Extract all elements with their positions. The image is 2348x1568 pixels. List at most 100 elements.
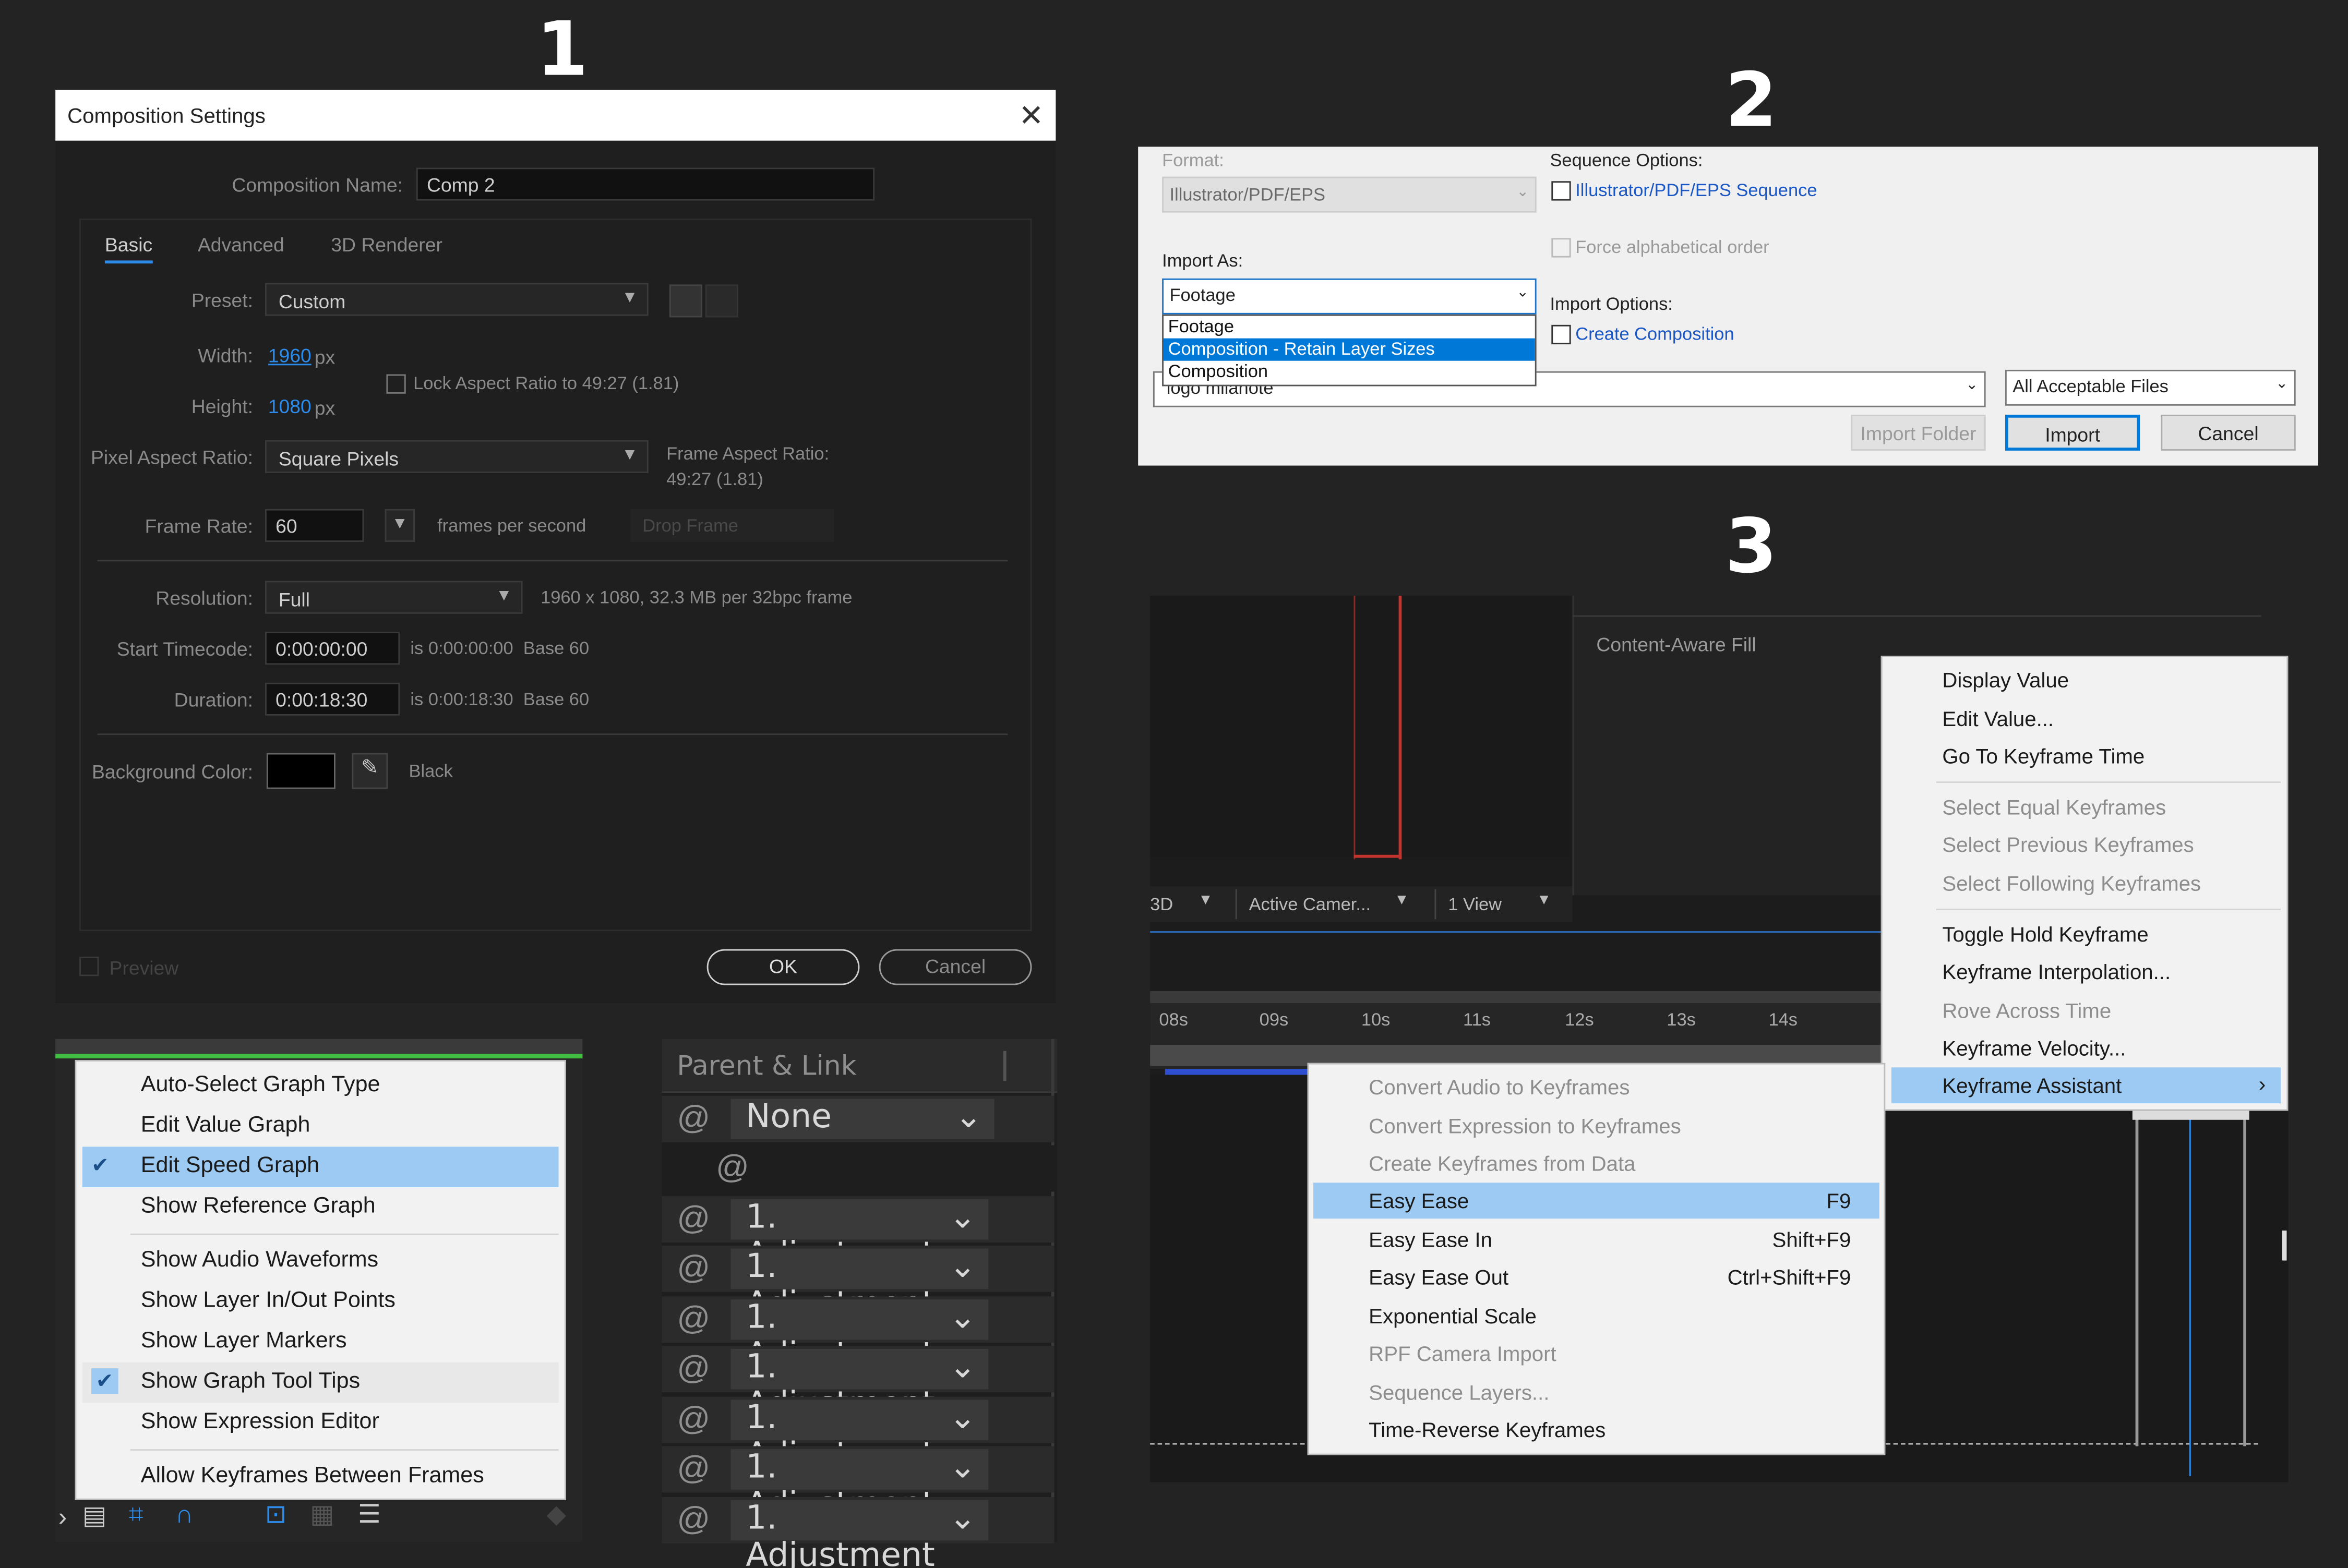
file-type-select[interactable]: All Acceptable Files ⌄: [2005, 369, 2296, 406]
menu-item-show-audio-waveforms[interactable]: Show Audio Waveforms: [76, 1241, 565, 1281]
pick-whip-icon[interactable]: @: [677, 1400, 710, 1439]
parent-select[interactable]: 1. Adjustment⌄: [730, 1248, 989, 1323]
bg-color-swatch[interactable]: [266, 753, 336, 789]
composition-settings-body: Composition Name: Comp 2 Basic Advanced …: [55, 140, 1056, 1003]
pick-whip-icon[interactable]: @: [677, 1299, 710, 1338]
submenu-item-easy-ease[interactable]: Easy Ease F9: [1313, 1183, 1879, 1219]
graph-options-icon[interactable]: ▤: [82, 1502, 106, 1531]
menu-item-show-expression-editor[interactable]: Show Expression Editor: [76, 1403, 565, 1443]
renderer-select[interactable]: 3D ▼: [1150, 889, 1219, 919]
far-label: Frame Aspect Ratio:: [666, 443, 830, 464]
height-value[interactable]: 1080: [268, 395, 312, 418]
menu-item-select-previous-keyframes: Select Previous Keyframes: [1942, 832, 2194, 857]
menu-item-keyframe-interpolation[interactable]: Keyframe Interpolation...: [1883, 954, 2287, 990]
keyframe-line: [2243, 1117, 2246, 1446]
parent-select[interactable]: 1. Adjustment⌄: [730, 1199, 989, 1274]
keyframe-icon[interactable]: ◆: [547, 1500, 567, 1530]
parent-select[interactable]: 1. Adjustment⌄: [730, 1400, 989, 1475]
format-label: Format:: [1162, 150, 1224, 171]
views-select[interactable]: 1 View ▼: [1434, 889, 1557, 920]
pick-whip-icon[interactable]: @: [677, 1500, 710, 1539]
comp-name-input[interactable]: Comp 2: [416, 167, 875, 201]
chevron-right-icon[interactable]: ›: [58, 1503, 67, 1533]
tab-3d-renderer[interactable]: 3D Renderer: [331, 234, 442, 256]
resolution-select[interactable]: Full ▼: [265, 581, 523, 614]
par-select[interactable]: Square Pixels ▼: [265, 440, 649, 473]
menu-item-allow-keyframes-between-frames[interactable]: Allow Keyframes Between Frames: [76, 1457, 565, 1497]
sequence-checkbox[interactable]: [1551, 181, 1571, 201]
timeline-panel: Content-Aware Fill 3D ▼ Active Camer... ▼ …: [1150, 596, 2289, 1482]
import-button[interactable]: Import: [2005, 414, 2140, 451]
menu-item-auto-select-graph-type[interactable]: Auto-Select Graph Type: [76, 1066, 565, 1106]
parent-select[interactable]: 1. Adjustment⌄: [730, 1500, 989, 1568]
pick-whip-icon[interactable]: @: [677, 1449, 710, 1488]
preview-checkbox[interactable]: [79, 956, 99, 976]
submenu-label: Time-Reverse Keyframes: [1369, 1417, 1606, 1442]
lock-aspect-label: Lock Aspect Ratio to 49:27 (1.81): [413, 372, 679, 394]
cancel-button[interactable]: Cancel: [2161, 414, 2296, 451]
menu-item-edit-value[interactable]: Edit Value...: [1883, 701, 2287, 737]
green-line: [55, 1054, 583, 1059]
parent-select[interactable]: 1. Adjustment⌄: [730, 1299, 989, 1374]
transform-box-icon[interactable]: ⌗: [129, 1500, 143, 1530]
create-comp-checkbox[interactable]: [1551, 324, 1571, 345]
ok-button[interactable]: OK: [706, 949, 860, 985]
menu-item-keyframe-velocity[interactable]: Keyframe Velocity...: [1883, 1030, 2287, 1066]
eyedropper-icon[interactable]: ✎: [352, 753, 388, 789]
fit-all-icon[interactable]: ▦: [310, 1500, 334, 1530]
import-folder-button[interactable]: Import Folder: [1851, 414, 1986, 451]
start-timecode-input[interactable]: 0:00:00:00: [265, 632, 400, 665]
menu-item-show-reference-graph[interactable]: Show Reference Graph: [76, 1187, 565, 1227]
menu-item-edit-value-graph[interactable]: Edit Value Graph: [76, 1106, 565, 1147]
frame-rate-input[interactable]: 60: [265, 509, 364, 542]
pick-whip-icon[interactable]: @: [677, 1099, 710, 1138]
menu-item-show-graph-tool-tips[interactable]: ✔ Show Graph Tool Tips: [82, 1362, 559, 1403]
menu-item-show-layer-in-out-points[interactable]: Show Layer In/Out Points: [76, 1282, 565, 1322]
menu-item-keyframe-assistant[interactable]: Keyframe Assistant ›: [1891, 1067, 2281, 1104]
submenu-item-easy-ease-in[interactable]: Easy Ease In Shift+F9: [1309, 1222, 1884, 1258]
import-options-label: Import Options:: [1550, 293, 1673, 315]
import-as-option[interactable]: Footage: [1164, 316, 1535, 339]
import-as-select[interactable]: Footage ⌄: [1162, 278, 1537, 315]
tab-basic[interactable]: Basic: [104, 234, 153, 264]
fit-selection-icon[interactable]: ⊡: [265, 1500, 286, 1530]
preset-select[interactable]: Custom ▼: [265, 283, 649, 316]
parent-select[interactable]: 1. Adjustment⌄: [730, 1348, 989, 1424]
lock-aspect-checkbox[interactable]: [386, 374, 406, 394]
pick-whip-icon[interactable]: @: [677, 1199, 710, 1238]
parent-select[interactable]: None ⌄: [730, 1099, 995, 1140]
snap-icon[interactable]: ∩: [175, 1500, 194, 1530]
parent-row: @: [662, 1145, 1055, 1192]
save-preset-icon[interactable]: [669, 284, 703, 318]
menu-item-go-to-keyframe-time[interactable]: Go To Keyframe Time: [1883, 738, 2287, 774]
import-as-option[interactable]: Composition: [1164, 361, 1535, 383]
panel-item-content-aware-fill[interactable]: Content-Aware Fill: [1596, 633, 1756, 656]
shortcut-label: Shift+F9: [1772, 1227, 1851, 1252]
tab-advanced[interactable]: Advanced: [198, 234, 284, 256]
cancel-button[interactable]: Cancel: [879, 949, 1032, 985]
pick-whip-icon[interactable]: @: [677, 1249, 710, 1288]
parent-select[interactable]: 1. Adjustment⌄: [730, 1449, 989, 1524]
delete-preset-icon[interactable]: [705, 284, 738, 318]
submenu-item-exponential-scale[interactable]: Exponential Scale: [1309, 1298, 1884, 1334]
submenu-item-time-reverse-keyframes[interactable]: Time-Reverse Keyframes: [1309, 1412, 1884, 1448]
separate-dimensions-icon[interactable]: ☰: [358, 1500, 381, 1530]
divider: [97, 733, 1008, 735]
menu-item-display-value[interactable]: Display Value: [1883, 662, 2287, 698]
camera-select[interactable]: Active Camer... ▼: [1235, 889, 1415, 920]
submenu-label: RPF Camera Import: [1369, 1341, 1556, 1366]
import-as-option[interactable]: Composition - Retain Layer Sizes: [1163, 338, 1535, 361]
duration-input[interactable]: 0:00:18:30: [265, 682, 400, 716]
pick-whip-icon[interactable]: @: [677, 1349, 710, 1388]
menu-item-toggle-hold-keyframe[interactable]: Toggle Hold Keyframe: [1883, 916, 2287, 952]
frame-rate-dropdown[interactable]: ▼: [385, 509, 415, 542]
menu-item-edit-speed-graph[interactable]: ✔ Edit Speed Graph: [82, 1147, 559, 1187]
duration-label: Duration:: [174, 689, 254, 711]
close-icon[interactable]: ✕: [1019, 98, 1044, 135]
pick-whip-icon[interactable]: @: [716, 1148, 749, 1187]
width-value[interactable]: 1960: [268, 344, 312, 367]
menu-item-show-layer-markers[interactable]: Show Layer Markers: [76, 1322, 565, 1362]
import-file-dialog: Format: Illustrator/PDF/EPS ⌄ Import As: …: [1138, 147, 2318, 466]
scrollbar[interactable]: [2282, 1231, 2287, 1261]
submenu-item-easy-ease-out[interactable]: Easy Ease Out Ctrl+Shift+F9: [1309, 1259, 1884, 1295]
